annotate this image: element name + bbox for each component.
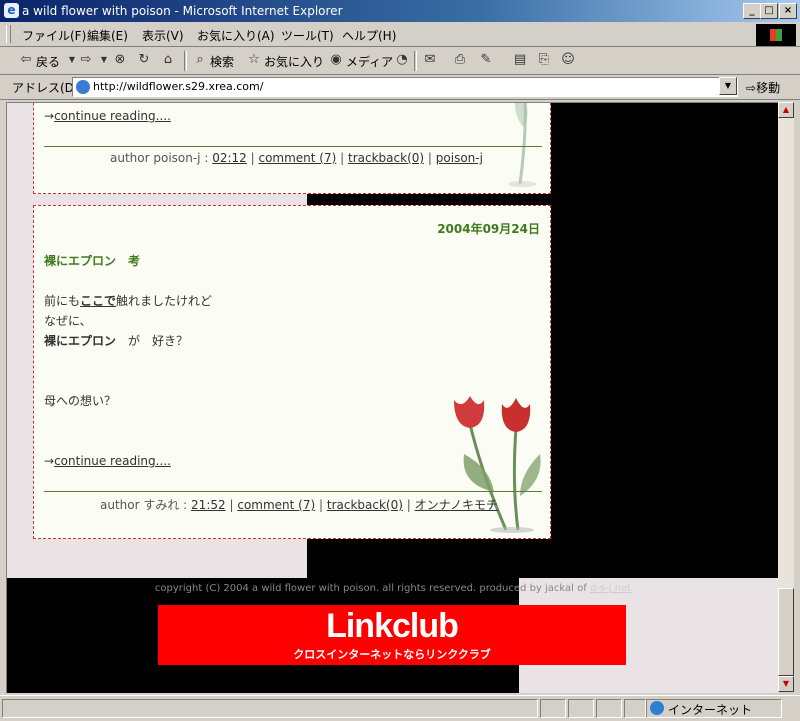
entry-divider	[44, 146, 542, 147]
toolbar-separator	[184, 51, 187, 71]
tulip-decoration-icon	[508, 103, 536, 187]
maximize-button[interactable]: □	[760, 3, 778, 19]
body-text: 母への想い？	[44, 394, 117, 408]
blog-entry: →continue reading.... author poison-j : …	[33, 103, 551, 194]
favorites-button[interactable]: お気に入り	[264, 53, 324, 70]
entry-meta: author すみれ : 21:52 | comment (7) | track…	[100, 498, 499, 512]
address-bar: アドレス(D) http://wildflower.s29.xrea.com/ …	[0, 75, 800, 100]
banner-tagline: クロスインターネットならリンククラブ	[293, 648, 491, 661]
mail-icon[interactable]: ✉	[422, 52, 438, 68]
continue-reading-link[interactable]: continue reading....	[54, 109, 171, 123]
category-link[interactable]: オンナノキモチ	[415, 498, 498, 512]
status-pane	[624, 699, 646, 718]
zone-text: インターネット	[668, 703, 753, 717]
blog-entry: 2004年09月24日 裸にエプロン 考 前にもここで触れましたけれど なぜに、…	[33, 205, 551, 539]
menu-favorites[interactable]: お気に入り(A)	[197, 27, 275, 44]
address-input[interactable]: http://wildflower.s29.xrea.com/	[72, 77, 738, 97]
ie-icon: e	[4, 3, 19, 18]
menu-view[interactable]: 表示(V)	[142, 27, 184, 44]
back-arrow-icon[interactable]: ⇦	[18, 52, 34, 68]
entry-date: 2004年09月24日	[437, 222, 540, 236]
address-dropdown-button[interactable]: ▼	[719, 77, 737, 95]
status-pane	[596, 699, 622, 718]
body-text: 前にも	[44, 294, 81, 308]
menu-file[interactable]: ファイル(F)	[22, 27, 86, 44]
search-icon[interactable]: ⌕	[192, 52, 208, 68]
menu-tools[interactable]: ツール(T)	[281, 27, 334, 44]
status-bar: インターネット	[0, 695, 800, 721]
title-bar[interactable]: e a wild flower with poison - Microsoft …	[0, 0, 800, 22]
discuss-icon[interactable]: ▤	[512, 52, 528, 68]
dsj-link[interactable]: d-s-j.net	[590, 583, 631, 594]
entry-divider	[44, 491, 542, 492]
go-button[interactable]: ⇨移動	[746, 79, 780, 96]
menu-edit[interactable]: 編集(E)	[87, 27, 128, 44]
stop-icon[interactable]: ⊗	[112, 52, 128, 68]
history-icon[interactable]: ◔	[394, 52, 410, 68]
scroll-down-button[interactable]: ▼	[778, 676, 794, 692]
comment-link[interactable]: comment (7)	[258, 151, 336, 165]
search-button[interactable]: 検索	[210, 53, 234, 70]
arrow-text: →	[44, 109, 55, 123]
linkclub-banner[interactable]: Linkclub クロスインターネットならリンククラブ	[158, 605, 626, 665]
home-icon[interactable]: ⌂	[160, 52, 176, 68]
media-icon[interactable]: ◉	[328, 52, 344, 68]
page-viewport[interactable]: →continue reading.... author poison-j : …	[6, 102, 779, 693]
trackback-link[interactable]: trackback(0)	[348, 151, 424, 165]
status-pane	[568, 699, 594, 718]
menu-help[interactable]: ヘルプ(H)	[342, 27, 396, 44]
category-link[interactable]: poison-j	[436, 151, 483, 165]
refresh-icon[interactable]: ↻	[136, 52, 152, 68]
messenger-icon[interactable]: ☺	[560, 52, 576, 68]
banner-logo: Linkclub	[326, 607, 459, 645]
time-link[interactable]: 21:52	[191, 498, 226, 512]
scroll-up-button[interactable]: ▲	[778, 102, 794, 118]
entry-meta: author poison-j : 02:12 | comment (7) | …	[110, 151, 483, 165]
page-icon	[76, 80, 90, 94]
favorites-icon[interactable]: ☆	[246, 52, 262, 68]
toolbar-separator	[414, 51, 417, 71]
windows-logo-icon	[756, 24, 796, 46]
author-label: author すみれ :	[100, 498, 192, 512]
window-title: a wild flower with poison - Microsoft In…	[22, 4, 343, 18]
menu-bar: ファイル(F) 編集(E) 表示(V) お気に入り(A) ツール(T) ヘルプ(…	[0, 22, 800, 47]
trackback-link[interactable]: trackback(0)	[327, 498, 403, 512]
scroll-thumb[interactable]	[778, 588, 794, 676]
close-button[interactable]: ×	[779, 3, 797, 19]
comment-link[interactable]: comment (7)	[237, 498, 315, 512]
globe-icon	[650, 701, 664, 715]
status-pane	[2, 699, 538, 718]
time-link[interactable]: 02:12	[212, 151, 247, 165]
back-button[interactable]: 戻る	[36, 53, 60, 70]
minimize-button[interactable]: _	[743, 3, 761, 19]
copyright-text: copyright (C) 2004 a wild flower with po…	[154, 583, 632, 594]
body-text: なぜに、	[44, 314, 92, 328]
here-link[interactable]: ここで	[80, 294, 116, 308]
entry-title[interactable]: 裸にエプロン 考	[44, 252, 140, 269]
go-arrow-icon: ⇨	[746, 81, 757, 95]
go-label: 移動	[756, 81, 781, 95]
body-text: が 好き？	[116, 334, 189, 348]
forward-dropdown-icon[interactable]: ▼	[96, 52, 112, 68]
author-label: author poison-j :	[110, 151, 213, 165]
edit-icon[interactable]: ✎	[478, 52, 494, 68]
arrow-text: →	[44, 454, 55, 468]
vertical-scrollbar[interactable]: ▲ ▼	[778, 102, 794, 692]
address-label: アドレス(D)	[12, 81, 79, 95]
media-button[interactable]: メディア	[346, 53, 393, 70]
continue-reading-link[interactable]: continue reading....	[54, 454, 171, 468]
body-text: 触れましたけれど	[116, 294, 213, 308]
print-icon[interactable]: ⎙	[452, 52, 468, 68]
menu-grip	[6, 25, 11, 43]
forward-arrow-icon[interactable]: ⇨	[78, 52, 94, 68]
toolbar: ⇦ 戻る ▼ ⇨ ▼ ⊗ ↻ ⌂ ⌕ 検索 ☆ お気に入り ◉ メディア ◔ ✉…	[0, 47, 800, 75]
address-url[interactable]: http://wildflower.s29.xrea.com/	[93, 80, 263, 93]
body-bold-text: 裸にエプロン	[44, 334, 117, 348]
research-icon[interactable]: ⎘	[536, 52, 552, 68]
status-pane	[540, 699, 566, 718]
